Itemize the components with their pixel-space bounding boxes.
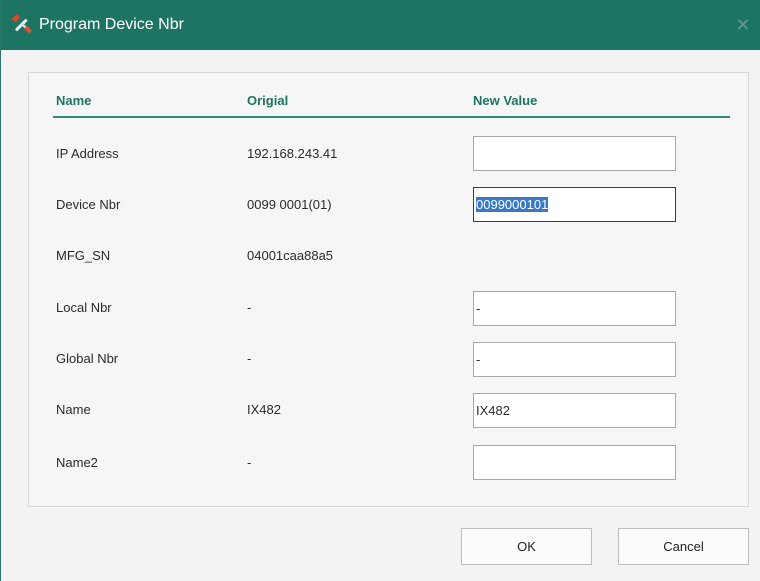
- row-label-name: Name: [56, 402, 91, 417]
- row-original-ip-address: 192.168.243.41: [247, 146, 338, 161]
- global-nbr-input[interactable]: -: [473, 342, 676, 377]
- header-original: Origial: [247, 93, 289, 108]
- ip-address-input[interactable]: [473, 136, 676, 171]
- row-label-ip-address: IP Address: [56, 146, 119, 161]
- row-original-name2: -: [247, 455, 252, 470]
- dialog-title: Program Device Nbr: [39, 16, 184, 33]
- name2-input[interactable]: [473, 445, 676, 480]
- row-label-mfg-sn: MFG_SN: [56, 248, 111, 263]
- header-new-value: New Value: [473, 93, 538, 108]
- local-nbr-input[interactable]: -: [473, 291, 676, 326]
- row-label-local-nbr: Local Nbr: [56, 300, 112, 315]
- row-label-global-nbr: Global Nbr: [56, 351, 119, 366]
- row-original-device-nbr: 0099 0001(01): [247, 197, 332, 212]
- program-device-dialog: Program Device Nbr ✕ Name Origial New Va…: [0, 0, 760, 581]
- row-label-device-nbr: Device Nbr: [56, 197, 121, 212]
- header-divider: [53, 116, 730, 118]
- name-input[interactable]: IX482: [473, 393, 676, 428]
- close-icon[interactable]: ✕: [734, 16, 752, 34]
- tools-icon: [11, 14, 32, 34]
- title-bar[interactable]: Program Device Nbr ✕: [1, 0, 760, 50]
- row-original-global-nbr: -: [247, 351, 252, 366]
- device-nbr-selected-text: 0099000101: [476, 197, 549, 212]
- row-original-name: IX482: [247, 402, 281, 417]
- row-label-name2: Name2: [56, 455, 98, 470]
- row-original-local-nbr: -: [247, 300, 252, 315]
- row-original-mfg-sn: 04001caa88a5: [247, 248, 334, 263]
- header-name: Name: [56, 93, 92, 108]
- ok-button[interactable]: OK: [461, 528, 592, 565]
- device-nbr-input[interactable]: 0099000101: [473, 187, 676, 222]
- cancel-button[interactable]: Cancel: [618, 528, 749, 565]
